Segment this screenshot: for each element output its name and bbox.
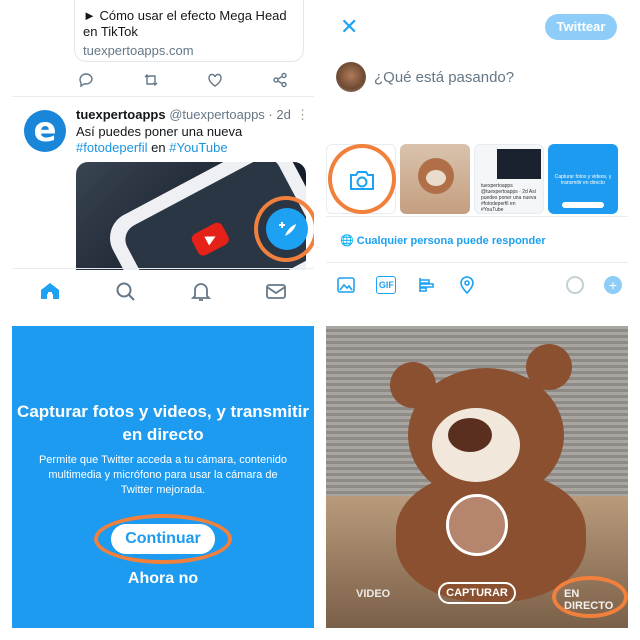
home-icon[interactable] (38, 279, 62, 303)
gif-icon[interactable]: GIF (376, 276, 397, 294)
add-thread-icon[interactable]: + (603, 276, 622, 294)
retweet-icon[interactable] (143, 72, 159, 88)
reply-settings-label: Cualquier persona puede responder (356, 235, 546, 247)
mode-video[interactable]: VIDEO (356, 588, 390, 600)
tweet-header: tuexpertoapps @tuexpertoapps · 2d (76, 107, 291, 122)
compose-input[interactable]: ¿Qué está pasando? (374, 69, 514, 86)
permission-body: Permite que Twitter acceda a tu cámara, … (38, 454, 288, 496)
location-icon[interactable] (457, 275, 477, 295)
search-icon[interactable] (113, 279, 137, 303)
more-options-icon[interactable]: ⋮ (296, 107, 309, 123)
shutter-button[interactable] (446, 494, 508, 556)
mail-icon[interactable] (264, 279, 288, 303)
highlight-circle (94, 514, 232, 564)
photo-thumb-bear[interactable] (400, 144, 470, 214)
like-icon[interactable] (207, 72, 223, 88)
link-card-title: ► Cómo usar el efecto Mega Head en TikTo… (83, 8, 287, 39)
hashtag-youtube[interactable]: #YouTube (169, 140, 227, 155)
divider (326, 262, 628, 263)
tweet-button[interactable]: Twittear (545, 14, 617, 40)
avatar-letter: e (33, 110, 57, 150)
thumb-screenshot-text: tuexpertoapps @tuexpertoapps · 2d Así pu… (481, 183, 537, 213)
photo-thumb-screenshot[interactable]: tuexpertoapps @tuexpertoapps · 2d Así pu… (474, 144, 544, 214)
bell-icon[interactable] (189, 279, 213, 303)
poll-icon[interactable] (417, 275, 437, 295)
link-card-domain: tuexpertoapps.com (83, 43, 194, 58)
share-icon[interactable] (272, 72, 288, 88)
compose-panel: ✕ Twittear ¿Qué está pasando? tuexpertoa… (326, 0, 628, 312)
not-now-button[interactable]: Ahora no (12, 570, 314, 588)
close-icon[interactable]: ✕ (340, 14, 358, 40)
tweet-display-name[interactable]: tuexpertoapps (76, 107, 166, 122)
globe-icon: 🌐 (340, 235, 354, 247)
image-icon[interactable] (336, 275, 356, 295)
permission-title: Capturar fotos y videos, y transmitir en… (17, 402, 309, 444)
avatar[interactable] (336, 62, 366, 92)
camera-panel: VIDEO CAPTURAR EN DIRECTO (326, 326, 628, 628)
compose-toolbar: GIF + (336, 275, 622, 295)
permission-panel: Capturar fotos y videos, y transmitir en… (12, 326, 314, 628)
tweet-text-line: Así puedes poner una nueva (76, 124, 243, 139)
thumb-permission-text: Capturar fotos y videos, y transmitir en… (554, 174, 612, 186)
link-card[interactable]: ► Cómo usar el efecto Mega Head en TikTo… (74, 0, 304, 62)
char-counter (565, 276, 584, 294)
profile-avatar[interactable]: e (24, 110, 66, 152)
feed-panel: ► Cómo usar el efecto Mega Head en TikTo… (12, 0, 314, 312)
reply-icon[interactable] (78, 72, 94, 88)
highlight-circle (328, 144, 396, 214)
bear-nose (448, 418, 492, 452)
mode-capture[interactable]: CAPTURAR (438, 582, 516, 604)
highlight-circle (552, 576, 628, 618)
hashtag-fotodeperfil[interactable]: #fotodeperfil (76, 140, 148, 155)
divider (12, 96, 314, 97)
tweet-handle: @tuexpertoapps · 2d (169, 107, 291, 122)
photo-thumb-permission[interactable]: Capturar fotos y videos, y transmitir en… (548, 144, 618, 214)
youtube-logo-icon (189, 220, 231, 258)
highlight-circle (254, 196, 314, 262)
tweet-actions (78, 72, 288, 88)
tweet-text: Así puedes poner una nueva #fotodeperfil… (76, 124, 296, 156)
reply-settings[interactable]: 🌐 Cualquier persona puede responder (340, 234, 546, 247)
tweet-text-en: en (147, 140, 170, 155)
bottom-nav (12, 268, 314, 312)
divider (326, 216, 628, 217)
